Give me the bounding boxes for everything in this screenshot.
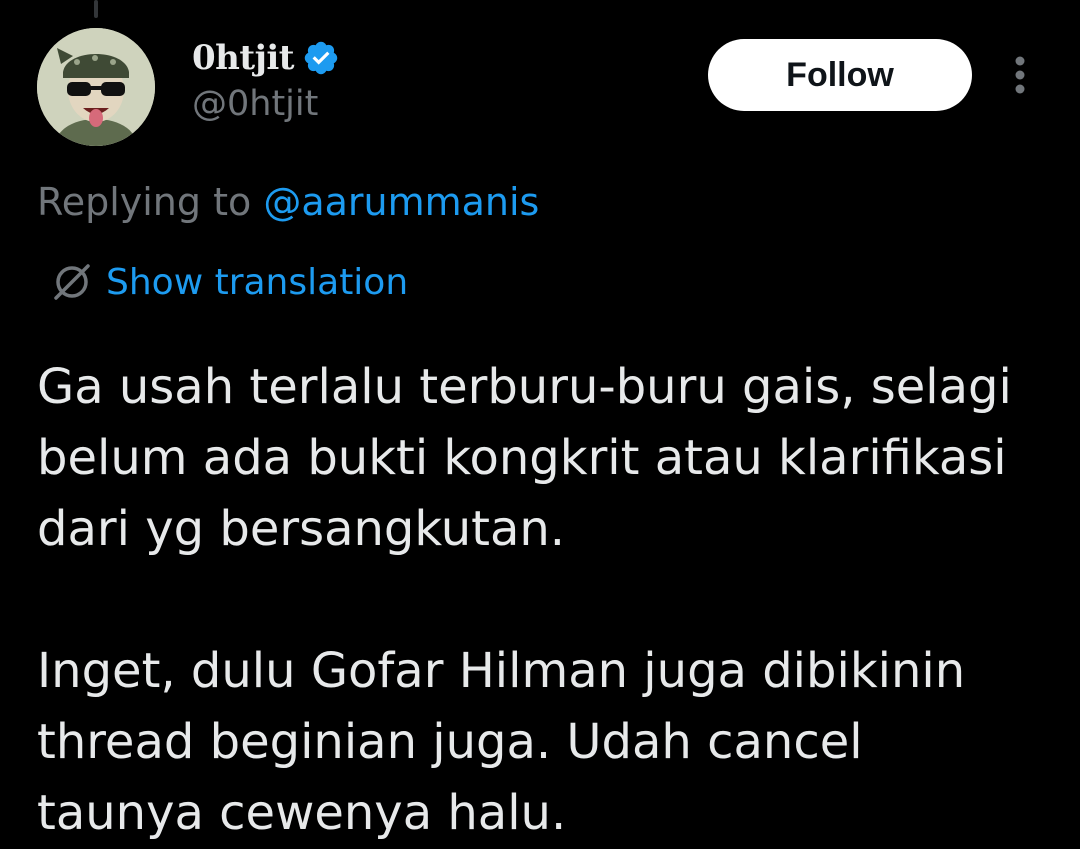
replying-to-line: Replying to @aarummanis xyxy=(37,180,539,224)
tweet-line: dari yg bersangkutan. xyxy=(37,501,566,557)
show-translation-label: Show translation xyxy=(106,261,409,303)
globe-icon xyxy=(54,264,90,300)
avatar[interactable] xyxy=(37,28,155,146)
verified-badge-icon xyxy=(304,41,338,75)
thread-connector-line xyxy=(94,0,98,18)
replied-user-link[interactable]: @aarummanis xyxy=(263,180,539,224)
tweet-line: thread beginian juga. Udah cancel xyxy=(37,714,863,770)
author-display-name[interactable]: 0htjit xyxy=(192,38,295,78)
author-handle[interactable]: @0htjit xyxy=(192,84,318,124)
more-vertical-icon[interactable] xyxy=(1004,52,1036,98)
tweet-line: belum ada bukti kongkrit atau klarifikas… xyxy=(37,430,1007,486)
follow-button[interactable]: Follow xyxy=(708,39,972,111)
show-translation-button[interactable]: Show translation xyxy=(48,258,408,306)
replying-to-prefix: Replying to xyxy=(37,180,264,224)
tweet-line: Ga usah terlalu terburu-buru gais, selag… xyxy=(37,359,1012,415)
tweet-line: taunya cewenya halu. xyxy=(37,785,567,841)
author-name-row[interactable]: 0htjit xyxy=(192,34,340,82)
tweet-line: Inget, dulu Gofar Hilman juga dibikinin xyxy=(37,643,966,699)
avatar-image xyxy=(37,28,155,146)
tweet-text: Ga usah terlalu terburu-buru gais, selag… xyxy=(37,352,1057,849)
